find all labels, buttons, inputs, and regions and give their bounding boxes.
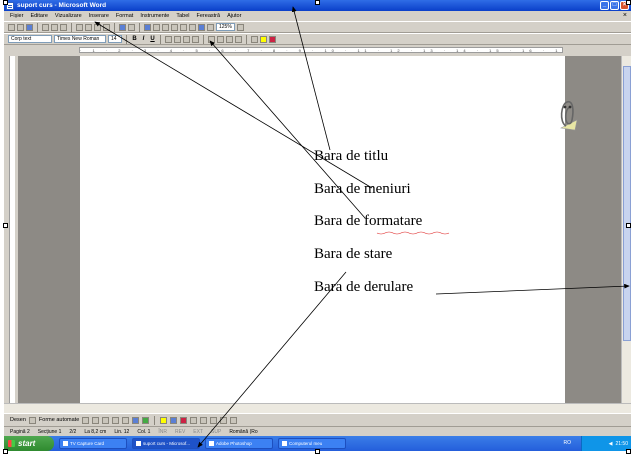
selection-handle[interactable] (315, 0, 320, 5)
spellcheck-underline (376, 231, 450, 235)
selection-handle[interactable] (3, 0, 8, 5)
selection-handle[interactable] (3, 449, 8, 454)
arrow-to-menu-bar (94, 21, 373, 189)
selection-handle[interactable] (3, 223, 8, 228)
selection-handle[interactable] (315, 449, 320, 454)
selection-handle[interactable] (626, 449, 631, 454)
arrow-to-status-bar (197, 271, 347, 448)
annotation-arrows (94, 6, 630, 448)
arrow-to-title-bar (291, 6, 331, 151)
arrow-to-formatting-bar (209, 40, 366, 219)
selection-handle[interactable] (626, 223, 631, 228)
selection-handle[interactable] (626, 0, 631, 5)
arrow-to-scroll-bar (435, 283, 630, 295)
